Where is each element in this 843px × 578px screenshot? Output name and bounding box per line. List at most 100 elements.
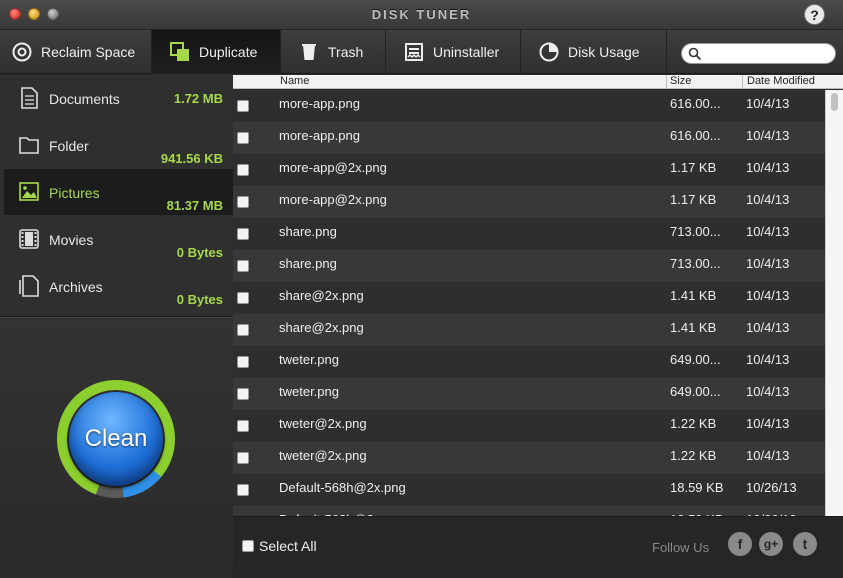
- table-row[interactable]: share@2x.png 1.41 KB 10/4/13: [233, 282, 825, 314]
- table-row[interactable]: more-app.png 616.00... 10/4/13: [233, 122, 825, 154]
- sidebar-item-folder[interactable]: Folder 941.56 KB: [4, 122, 233, 168]
- row-checkbox[interactable]: [237, 452, 249, 464]
- row-checkbox[interactable]: [237, 100, 249, 112]
- row-checkbox[interactable]: [237, 292, 249, 304]
- file-date: 10/4/13: [746, 448, 790, 463]
- trash-icon: [302, 44, 316, 60]
- select-all-checkbox[interactable]: [242, 540, 254, 552]
- tab-label: Trash: [328, 44, 364, 60]
- sidebar-item-movies[interactable]: Movies 0 Bytes: [4, 216, 233, 262]
- table-row[interactable]: tweter.png 649.00... 10/4/13: [233, 346, 825, 378]
- search-box[interactable]: [681, 43, 836, 64]
- select-all-label[interactable]: Select All: [259, 538, 317, 554]
- disk-usage-icon: [539, 42, 559, 62]
- vertical-scrollbar[interactable]: [825, 90, 843, 516]
- tab-label: Disk Usage: [568, 44, 640, 60]
- tab-label: Uninstaller: [433, 44, 500, 60]
- folder-icon: [19, 137, 39, 154]
- file-date: 10/4/13: [746, 96, 790, 111]
- row-checkbox[interactable]: [237, 356, 249, 368]
- tab-reclaim-space[interactable]: Reclaim Space: [0, 30, 152, 74]
- category-label: Pictures: [49, 185, 100, 201]
- file-size: 18.59 KB: [670, 480, 724, 495]
- file-date: 10/4/13: [746, 320, 790, 335]
- toolbar: Reclaim Space Duplicate Trash Uninstalle…: [0, 30, 843, 74]
- table-row[interactable]: tweter@2x.png 1.22 KB 10/4/13: [233, 410, 825, 442]
- category-size: 1.72 MB: [173, 91, 223, 106]
- file-date: 10/4/13: [746, 288, 790, 303]
- table-row[interactable]: tweter@2x.png 1.22 KB 10/4/13: [233, 442, 825, 474]
- duplicate-icon: [170, 42, 189, 61]
- sidebar-item-archives[interactable]: Archives 0 Bytes: [4, 263, 233, 309]
- row-checkbox[interactable]: [237, 324, 249, 336]
- category-size: 941.56 KB: [160, 151, 223, 166]
- film-icon: [19, 229, 39, 249]
- table-row[interactable]: share@2x.png 1.41 KB 10/4/13: [233, 314, 825, 346]
- sidebar-item-pictures[interactable]: Pictures 81.37 MB: [4, 169, 233, 215]
- column-date-header[interactable]: Date Modified: [747, 75, 815, 88]
- tab-label: Reclaim Space: [41, 44, 136, 60]
- file-name: Default-568h@2x.png: [279, 480, 406, 495]
- clean-ring: Clean: [56, 379, 176, 499]
- column-name-header[interactable]: Name: [280, 75, 309, 88]
- file-size: 1.17 KB: [670, 160, 717, 175]
- file-size: 649.00...: [670, 352, 721, 367]
- column-header: Name Size Date Modified: [233, 75, 843, 89]
- sidebar-item-documents[interactable]: Documents 1.72 MB: [4, 75, 233, 121]
- clean-button[interactable]: Clean: [69, 392, 163, 486]
- table-row[interactable]: tweter.png 649.00... 10/4/13: [233, 378, 825, 410]
- file-date: 10/4/13: [746, 128, 790, 143]
- file-date: 10/26/13: [746, 480, 797, 495]
- scroll-thumb[interactable]: [831, 93, 838, 111]
- row-checkbox[interactable]: [237, 132, 249, 144]
- table-row[interactable]: more-app.png 616.00... 10/4/13: [233, 90, 825, 122]
- google-plus-icon[interactable]: g+: [759, 532, 783, 556]
- archive-icon: [19, 275, 39, 297]
- twitter-icon[interactable]: t: [793, 532, 817, 556]
- file-size: 713.00...: [670, 256, 721, 271]
- table-row[interactable]: share.png 713.00... 10/4/13: [233, 250, 825, 282]
- category-size: 0 Bytes: [176, 245, 223, 260]
- category-label: Folder: [49, 138, 89, 154]
- file-date: 10/4/13: [746, 384, 790, 399]
- file-name: share.png: [279, 256, 337, 271]
- clean-panel: Clean: [0, 319, 233, 578]
- row-checkbox[interactable]: [237, 228, 249, 240]
- file-name: tweter@2x.png: [279, 448, 367, 463]
- tab-duplicate[interactable]: Duplicate: [152, 30, 281, 74]
- picture-icon: [19, 182, 39, 201]
- sidebar: Documents 1.72 MB Folder 941.56 KB Pictu…: [0, 75, 233, 578]
- tab-uninstaller[interactable]: Uninstaller: [386, 30, 521, 74]
- file-name: tweter.png: [279, 384, 339, 399]
- file-name: tweter.png: [279, 352, 339, 367]
- column-size-header[interactable]: Size: [670, 75, 691, 88]
- table-row[interactable]: Default-568h@2x.png18.59 KB10/26/13: [233, 506, 825, 516]
- title-bar: DISK TUNER ?: [0, 0, 843, 30]
- tab-disk-usage[interactable]: Disk Usage: [521, 30, 667, 74]
- table-row[interactable]: more-app@2x.png 1.17 KB 10/4/13: [233, 154, 825, 186]
- row-checkbox[interactable]: [237, 196, 249, 208]
- table-row[interactable]: more-app@2x.png 1.17 KB 10/4/13: [233, 186, 825, 218]
- file-size: 1.17 KB: [670, 192, 717, 207]
- file-name: share@2x.png: [279, 288, 364, 303]
- file-name: more-app.png: [279, 96, 360, 111]
- table-row[interactable]: share.png 713.00... 10/4/13: [233, 218, 825, 250]
- file-size: 616.00...: [670, 96, 721, 111]
- row-checkbox[interactable]: [237, 260, 249, 272]
- row-checkbox[interactable]: [237, 484, 249, 496]
- table-row[interactable]: Default-568h@2x.png 18.59 KB 10/26/13: [233, 474, 825, 506]
- document-icon: [21, 87, 38, 109]
- row-checkbox[interactable]: [237, 388, 249, 400]
- search-input[interactable]: [704, 45, 829, 62]
- facebook-icon[interactable]: f: [728, 532, 752, 556]
- file-size: 713.00...: [670, 224, 721, 239]
- help-button[interactable]: ?: [804, 4, 825, 25]
- file-name: share@2x.png: [279, 320, 364, 335]
- file-date: 10/4/13: [746, 192, 790, 207]
- row-checkbox[interactable]: [237, 420, 249, 432]
- row-checkbox[interactable]: [237, 164, 249, 176]
- file-size: 649.00...: [670, 384, 721, 399]
- file-date: 10/4/13: [746, 352, 790, 367]
- tab-trash[interactable]: Trash: [281, 30, 386, 74]
- uninstaller-icon: [405, 43, 423, 61]
